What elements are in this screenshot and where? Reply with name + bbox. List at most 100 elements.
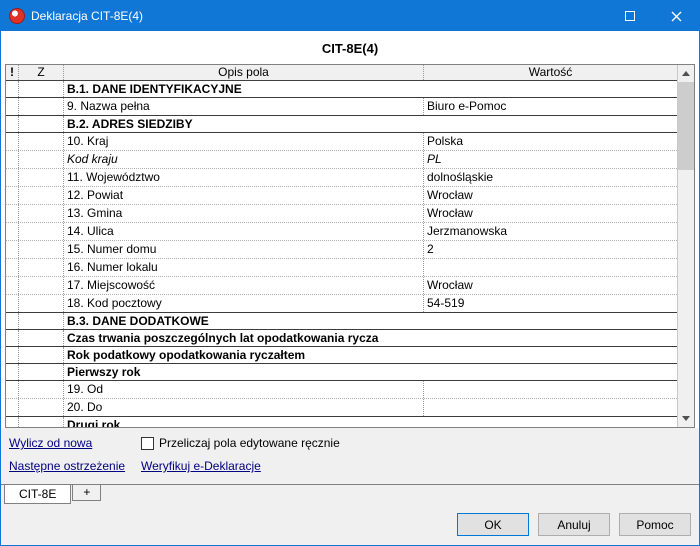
section-label: B.1. DANE IDENTYFIKACYJNE — [67, 82, 242, 96]
wartosc-column-header[interactable]: Wartość — [424, 65, 677, 80]
z-cell[interactable] — [19, 223, 64, 240]
field-value[interactable]: Wrocław — [424, 277, 677, 294]
cancel-button[interactable]: Anuluj — [538, 513, 610, 536]
field-value[interactable] — [424, 381, 677, 398]
z-cell[interactable] — [19, 295, 64, 312]
z-cell[interactable] — [19, 417, 64, 427]
table-row: 9. Nazwa pełna Biuro e-Pomoc — [6, 98, 677, 116]
z-cell[interactable] — [19, 187, 64, 204]
scroll-down-button[interactable] — [678, 410, 694, 427]
field-label: Kod kraju — [64, 151, 424, 168]
tab-add[interactable]: + — [72, 485, 102, 501]
footer-actions: Wylicz od nowa Przeliczaj pola edytowane… — [1, 428, 699, 484]
z-cell[interactable] — [19, 364, 64, 380]
vertical-scrollbar[interactable] — [677, 65, 694, 427]
section-row: Drugi rok — [6, 416, 677, 427]
z-cell[interactable] — [19, 399, 64, 416]
scroll-up-button[interactable] — [678, 65, 694, 82]
z-cell[interactable] — [19, 241, 64, 258]
warn-cell[interactable] — [6, 169, 19, 186]
window-title: Deklaracja CIT-8E(4) — [31, 9, 144, 23]
field-value[interactable]: 2 — [424, 241, 677, 258]
section-row: B.2. ADRES SIEDZIBY — [6, 115, 677, 133]
warn-cell[interactable] — [6, 330, 19, 346]
warn-cell[interactable] — [6, 347, 19, 363]
weryfikuj-edeklaracje-link[interactable]: Weryfikuj e-Deklaracje — [141, 459, 261, 473]
field-label: 16. Numer lokalu — [64, 259, 424, 276]
field-value[interactable]: Biuro e-Pomoc — [424, 98, 677, 115]
triangle-up-icon — [682, 71, 690, 76]
table-row: 15. Numer domu 2 — [6, 241, 677, 259]
z-cell[interactable] — [19, 313, 64, 329]
warn-cell[interactable] — [6, 399, 19, 416]
warn-cell[interactable] — [6, 313, 19, 329]
nastepne-ostrzezenie-link[interactable]: Następne ostrzeżenie — [9, 459, 125, 473]
z-cell[interactable] — [19, 381, 64, 398]
field-value[interactable] — [424, 399, 677, 416]
table-row: 10. Kraj Polska — [6, 133, 677, 151]
field-label: 18. Kod pocztowy — [64, 295, 424, 312]
warn-cell[interactable] — [6, 151, 19, 168]
przeliczaj-checkbox-group[interactable]: Przeliczaj pola edytowane ręcznie — [141, 436, 340, 450]
warn-cell[interactable] — [6, 295, 19, 312]
z-cell[interactable] — [19, 347, 64, 363]
z-cell[interactable] — [19, 116, 64, 132]
form-panel: CIT-8E(4) ! Z Opis pola Wartość B.1. DAN… — [1, 31, 699, 428]
table-row: Kod kraju PL — [6, 151, 677, 169]
z-cell[interactable] — [19, 81, 64, 97]
field-value[interactable]: Wrocław — [424, 187, 677, 204]
close-button[interactable] — [653, 1, 699, 31]
section-row: B.1. DANE IDENTYFIKACYJNE — [6, 81, 677, 98]
field-value[interactable]: 54-519 — [424, 295, 677, 312]
field-value[interactable]: Jerzmanowska — [424, 223, 677, 240]
maximize-button[interactable] — [607, 1, 653, 31]
warn-cell[interactable] — [6, 277, 19, 294]
z-cell[interactable] — [19, 151, 64, 168]
warning-column-header[interactable]: ! — [6, 65, 19, 80]
z-cell[interactable] — [19, 205, 64, 222]
z-column-header[interactable]: Z — [19, 65, 64, 80]
table-row: 13. Gmina Wrocław — [6, 205, 677, 223]
z-cell[interactable] — [19, 98, 64, 115]
section-label: Rok podatkowy opodatkowania ryczałtem — [67, 348, 306, 362]
table-row: 20. Do — [6, 399, 677, 417]
wylicz-od-nowa-link[interactable]: Wylicz od nowa — [9, 436, 92, 450]
warn-cell[interactable] — [6, 81, 19, 97]
warn-cell[interactable] — [6, 364, 19, 380]
warn-cell[interactable] — [6, 98, 19, 115]
warn-cell[interactable] — [6, 223, 19, 240]
przeliczaj-checkbox-label: Przeliczaj pola edytowane ręcznie — [159, 436, 340, 450]
z-cell[interactable] — [19, 277, 64, 294]
warn-cell[interactable] — [6, 133, 19, 150]
field-value[interactable]: Polska — [424, 133, 677, 150]
z-cell[interactable] — [19, 259, 64, 276]
window-controls — [607, 1, 699, 31]
section-label: Czas trwania poszczególnych lat opodatko… — [67, 331, 379, 345]
warn-cell[interactable] — [6, 205, 19, 222]
scrollbar-thumb[interactable] — [678, 82, 694, 170]
warn-cell[interactable] — [6, 241, 19, 258]
warn-cell[interactable] — [6, 259, 19, 276]
warn-cell[interactable] — [6, 417, 19, 427]
field-value[interactable] — [424, 259, 677, 276]
scrollbar-track[interactable] — [678, 82, 694, 410]
tab-cit8e[interactable]: CIT-8E — [4, 485, 72, 504]
warn-cell[interactable] — [6, 187, 19, 204]
przeliczaj-checkbox[interactable] — [141, 436, 154, 450]
opis-pola-column-header[interactable]: Opis pola — [64, 65, 424, 80]
section-label: Pierwszy rok — [67, 365, 141, 379]
z-cell[interactable] — [19, 133, 64, 150]
dialog-window: Deklaracja CIT-8E(4) CIT-8E(4) ! Z Opis … — [0, 0, 700, 546]
warn-cell[interactable] — [6, 381, 19, 398]
z-cell[interactable] — [19, 169, 64, 186]
z-cell[interactable] — [19, 330, 64, 346]
field-value[interactable]: dolnośląskie — [424, 169, 677, 186]
field-label: 9. Nazwa pełna — [64, 98, 424, 115]
table-row: 16. Numer lokalu — [6, 259, 677, 277]
ok-button[interactable]: OK — [457, 513, 529, 536]
field-value[interactable]: Wrocław — [424, 205, 677, 222]
field-value[interactable]: PL — [424, 151, 677, 168]
field-label: 10. Kraj — [64, 133, 424, 150]
warn-cell[interactable] — [6, 116, 19, 132]
help-button[interactable]: Pomoc — [619, 513, 691, 536]
